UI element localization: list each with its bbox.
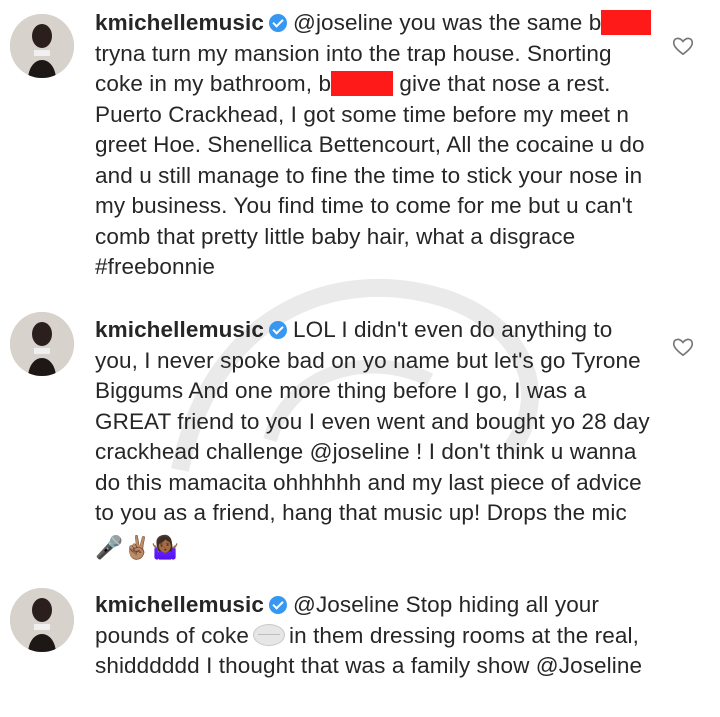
verified-badge-icon bbox=[269, 321, 287, 339]
redacted-prefix: b bbox=[318, 71, 332, 96]
avatar[interactable] bbox=[10, 14, 74, 78]
pill-emoji-icon bbox=[253, 623, 286, 646]
comment-text: kmichellemusic @Joseline Stop hiding all … bbox=[95, 590, 655, 682]
heart-outline-icon[interactable] bbox=[672, 36, 694, 56]
comment-text-part-3: give that nose a rest. Puerto Crackhead,… bbox=[95, 71, 645, 279]
redaction-bar bbox=[331, 71, 394, 96]
heart-outline-icon[interactable] bbox=[672, 337, 694, 357]
redacted-prefix: b bbox=[588, 10, 602, 35]
comment-text-part-1: @joseline you was the same bbox=[293, 10, 589, 35]
emoji-sequence: 🎤✌🏽🤷🏾‍♀️ bbox=[95, 534, 180, 560]
username[interactable]: kmichellemusic bbox=[95, 10, 264, 35]
username[interactable]: kmichellemusic bbox=[95, 317, 264, 342]
comment-text-body: LOL I didn't even do anything to you, I … bbox=[95, 317, 650, 525]
comment-text: kmichellemusic @joseline you was the same… bbox=[95, 8, 655, 283]
verified-badge-icon bbox=[269, 14, 287, 32]
avatar[interactable] bbox=[10, 312, 74, 376]
username[interactable]: kmichellemusic bbox=[95, 592, 264, 617]
redaction-bar bbox=[601, 10, 652, 35]
comment-text: kmichellemusic LOL I didn't even do anyth… bbox=[95, 315, 655, 563]
verified-badge-icon bbox=[269, 596, 287, 614]
avatar[interactable] bbox=[10, 588, 74, 652]
